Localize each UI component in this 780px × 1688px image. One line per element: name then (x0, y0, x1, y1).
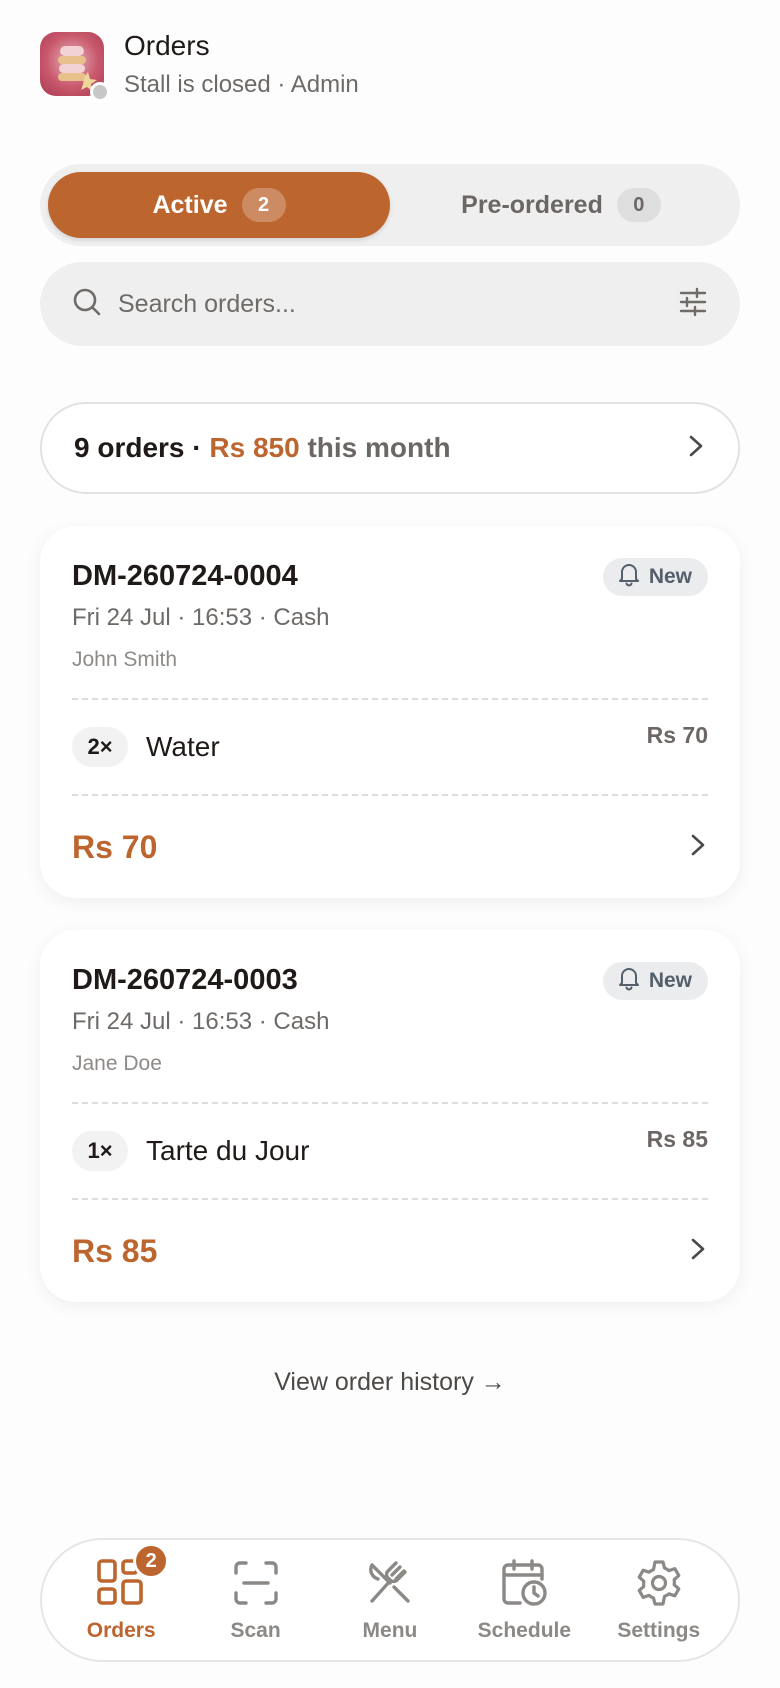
summary-text: 9 orders · Rs 850 this month (74, 432, 451, 464)
order-meta: Fri 24 Jul · 16:53 · Cash (72, 604, 330, 631)
order-meta: Fri 24 Jul · 16:53 · Cash (72, 1008, 330, 1035)
nav-item-schedule[interactable]: Schedule (464, 1557, 584, 1643)
view-order-history-link[interactable]: View order history → (0, 1368, 780, 1397)
nav-label: Menu (362, 1619, 418, 1642)
status-badge-label: New (648, 969, 692, 992)
summary-suffix: this month (307, 432, 451, 463)
nav-label: Orders (86, 1619, 156, 1642)
tab-count-badge: 2 (241, 188, 286, 222)
tab-label: Pre-ordered (461, 190, 603, 219)
item-price: Rs 85 (646, 1126, 708, 1152)
item-quantity: 1× (72, 1131, 128, 1171)
chevron-right-icon (688, 833, 708, 862)
order-total: Rs 85 (72, 1232, 158, 1269)
order-customer: John Smith (72, 648, 178, 671)
item-name: Water (146, 731, 220, 762)
search-input[interactable] (118, 289, 678, 319)
nav-item-orders[interactable]: 2 Orders (61, 1543, 181, 1643)
gear-icon (633, 1557, 685, 1609)
calendar-clock-icon (498, 1557, 550, 1609)
chevron-right-icon (688, 1237, 708, 1266)
list-item: 1× Tarte du Jour Rs 85 (72, 1104, 708, 1198)
nav-label: Schedule (477, 1619, 572, 1642)
summary-count: 9 orders · (74, 432, 202, 463)
tab-active[interactable]: Active 2 (48, 172, 390, 238)
page-title: Orders (124, 30, 210, 61)
status-badge: New (602, 558, 708, 596)
page-header: Orders Stall is closed · Admin (40, 28, 740, 102)
scan-icon (230, 1557, 282, 1609)
tab-pre-ordered[interactable]: Pre-ordered 0 (390, 172, 732, 238)
order-customer: Jane Doe (72, 1052, 162, 1075)
item-quantity: 2× (72, 727, 128, 767)
nav-item-scan[interactable]: Scan (196, 1557, 316, 1643)
nav-label: Scan (230, 1619, 281, 1642)
list-item: 2× Water Rs 70 (72, 700, 708, 794)
stall-avatar[interactable] (40, 32, 110, 102)
utensils-crossed-icon (364, 1557, 416, 1609)
status-indicator (90, 82, 110, 102)
item-name: Tarte du Jour (146, 1135, 310, 1166)
bell-icon (617, 965, 641, 997)
status-badge-label: New (648, 565, 692, 588)
order-card[interactable]: DM-260724-0004 Fri 24 Jul · 16:53 · Cash… (40, 526, 740, 898)
stall-status: Stall is closed · Admin (124, 71, 359, 98)
chevron-right-icon (686, 434, 706, 463)
tab-label: Active (152, 190, 228, 219)
order-total: Rs 70 (72, 828, 158, 865)
status-badge: New (602, 962, 708, 1000)
bottom-nav: 2 Orders Scan Menu Schedule Settings (40, 1538, 740, 1662)
item-price: Rs 70 (646, 722, 708, 748)
search-icon (72, 287, 102, 322)
nav-item-settings[interactable]: Settings (599, 1557, 719, 1643)
filter-icon[interactable] (678, 287, 708, 322)
order-card[interactable]: DM-260724-0003 Fri 24 Jul · 16:53 · Cash… (40, 930, 740, 1302)
search-bar (40, 262, 740, 346)
monthly-summary[interactable]: 9 orders · Rs 850 this month (40, 402, 740, 494)
nav-badge: 2 (133, 1543, 170, 1579)
bell-icon (617, 561, 641, 593)
nav-item-menu[interactable]: Menu (330, 1557, 450, 1643)
nav-label: Settings (617, 1619, 701, 1642)
order-tabs: Active 2 Pre-ordered 0 (40, 164, 740, 246)
summary-amount: Rs 850 (209, 432, 300, 463)
tab-count-badge: 0 (616, 188, 661, 222)
